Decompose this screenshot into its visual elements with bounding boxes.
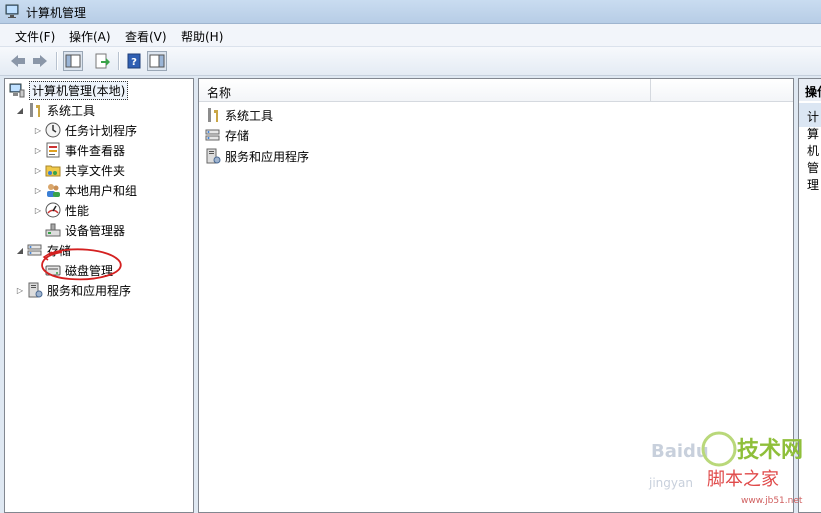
column-header: 名称	[199, 79, 793, 102]
export-icon	[95, 53, 110, 69]
services-icon	[206, 148, 221, 164]
toolbar: ?	[0, 47, 821, 76]
shared-folder-icon	[45, 165, 61, 177]
computer-management-icon	[5, 4, 19, 18]
tree-node-event-viewer[interactable]: ▷ 事件查看器	[33, 141, 125, 159]
tree-label-system-tools: 系统工具	[47, 103, 96, 118]
tree-node-shared-folders[interactable]: ▷ 共享文件夹	[33, 161, 125, 179]
forward-button[interactable]	[30, 51, 50, 71]
tree-node-task-scheduler[interactable]: ▷ 任务计划程序	[33, 121, 137, 139]
svg-text:?: ?	[131, 57, 137, 68]
device-manager-icon	[45, 223, 61, 237]
annotation-circle	[41, 248, 122, 281]
expand-arrow-icon[interactable]: ▷	[33, 186, 43, 195]
actions-item[interactable]: 计算机管理	[799, 103, 821, 192]
actions-header: 操作	[799, 79, 821, 101]
tree-node-system-tools[interactable]: ◢ 系统工具	[15, 101, 95, 119]
list-item-label: 存储	[225, 128, 250, 143]
title-bar: 计算机管理	[0, 0, 821, 24]
list-item-label: 系统工具	[225, 108, 274, 123]
menu-file[interactable]: 文件(F)	[15, 28, 55, 45]
result-pane: 名称 系统工具 存储 服务和应用程序	[198, 78, 794, 513]
menu-bar: 文件(F) 操作(A) 查看(V) 帮助(H)	[0, 24, 821, 47]
tree-node-device-manager[interactable]: 设备管理器	[43, 221, 125, 239]
show-hide-action-pane-button[interactable]	[147, 51, 167, 71]
list-item[interactable]: 系统工具	[205, 106, 273, 124]
collapse-arrow-icon[interactable]: ◢	[15, 246, 25, 255]
expand-arrow-icon[interactable]: ▷	[33, 146, 43, 155]
storage-icon	[205, 129, 220, 141]
toolbar-separator	[56, 52, 58, 70]
collapse-arrow-icon[interactable]: ◢	[15, 106, 25, 115]
list-item-label: 服务和应用程序	[225, 149, 310, 164]
tree-label-task-scheduler: 任务计划程序	[65, 123, 138, 138]
export-list-button[interactable]	[92, 51, 112, 71]
forward-arrow-icon	[33, 55, 47, 67]
help-book-icon: ?	[127, 53, 141, 69]
tree-label-local-users: 本地用户和组	[65, 183, 138, 198]
expand-arrow-icon[interactable]: ▷	[33, 126, 43, 135]
expand-arrow-icon[interactable]: ▷	[33, 166, 43, 175]
tree-node-local-users[interactable]: ▷ 本地用户和组	[33, 181, 137, 199]
services-icon	[28, 282, 43, 298]
tree-label-event-viewer: 事件查看器	[65, 143, 126, 158]
column-divider[interactable]	[650, 79, 651, 101]
tree-node-root[interactable]: 计算机管理(本地)	[9, 80, 129, 100]
actions-item-label: 计算机管理	[807, 110, 820, 192]
tree-label-device-manager: 设备管理器	[65, 223, 126, 238]
menu-help[interactable]: 帮助(H)	[181, 28, 223, 45]
tree-label-root: 计算机管理(本地)	[29, 80, 129, 100]
show-hide-tree-button[interactable]	[63, 51, 83, 71]
console-tree: 计算机管理(本地) ◢ 系统工具 ▷ 任务计划程序 ▷ 事件查看器 ▷ 共享文件…	[4, 78, 194, 513]
action-pane-icon	[149, 54, 165, 68]
menu-action[interactable]: 操作(A)	[69, 28, 111, 45]
tree-label-services: 服务和应用程序	[47, 283, 132, 298]
menu-view[interactable]: 查看(V)	[125, 28, 167, 45]
tools-icon	[208, 108, 218, 122]
expand-arrow-icon[interactable]: ▷	[15, 286, 25, 295]
list-item[interactable]: 服务和应用程序	[205, 147, 309, 165]
column-name[interactable]: 名称	[207, 84, 231, 101]
computer-management-icon	[9, 83, 25, 98]
actions-header-label: 操作	[805, 85, 821, 99]
back-button[interactable]	[8, 51, 28, 71]
console-tree-icon	[65, 54, 81, 68]
tree-label-performance: 性能	[65, 203, 90, 218]
help-button[interactable]: ?	[124, 51, 144, 71]
expand-arrow-icon[interactable]: ▷	[33, 206, 43, 215]
tree-label-shared-folders: 共享文件夹	[65, 163, 126, 178]
list-item[interactable]: 存储	[205, 126, 249, 144]
window-title: 计算机管理	[26, 6, 87, 20]
event-viewer-icon	[46, 142, 60, 158]
performance-gauge-icon	[45, 202, 61, 218]
clock-icon	[45, 122, 61, 138]
tree-node-performance[interactable]: ▷ 性能	[33, 201, 89, 219]
tools-icon	[30, 103, 40, 117]
actions-pane: 操作 计算机管理	[798, 78, 821, 513]
users-icon	[47, 184, 60, 197]
back-arrow-icon	[11, 55, 25, 67]
toolbar-separator	[118, 52, 120, 70]
